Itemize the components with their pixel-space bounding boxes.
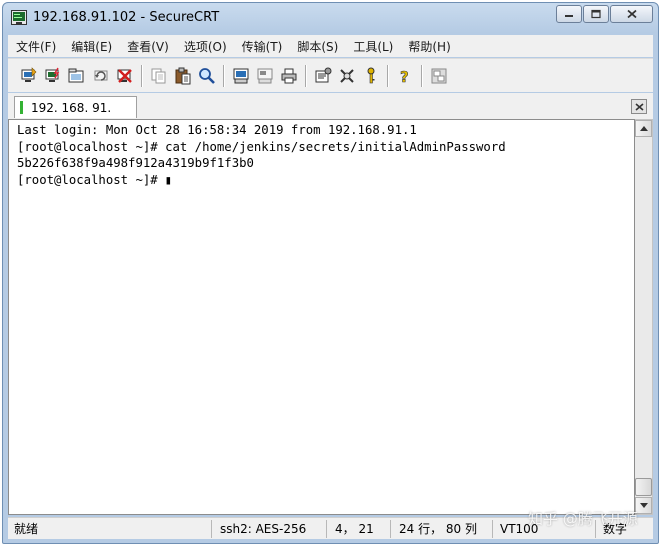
global-options-button[interactable]: [336, 65, 358, 87]
sftp-button[interactable]: [428, 65, 450, 87]
session-tab-bar: 192. 168. 91. 102: [8, 93, 653, 137]
copy-icon: [151, 68, 166, 83]
session-tab[interactable]: 192. 168. 91. 102: [14, 96, 137, 137]
status-divider: [492, 520, 493, 538]
close-tab-button[interactable]: [631, 99, 647, 114]
menu-bar: 文件(F) 编辑(E) 查看(V) 选项(O) 传输(T) 脚本(S) 工具(L…: [8, 35, 653, 57]
reconnect-button[interactable]: [90, 65, 112, 87]
printer-button[interactable]: [278, 65, 300, 87]
minimize-button[interactable]: [556, 5, 582, 23]
disconnect-icon: [117, 68, 132, 83]
paste-icon: [175, 67, 191, 84]
toolbar-separator: [305, 64, 307, 87]
print-screen-button[interactable]: [230, 65, 252, 87]
terminal-cursor: ▮: [164, 172, 173, 187]
status-divider: [326, 520, 327, 538]
copy-button[interactable]: [148, 65, 170, 87]
menu-tools[interactable]: 工具(L): [353, 38, 393, 55]
vertical-scrollbar[interactable]: [635, 119, 653, 515]
menu-view[interactable]: 查看(V): [127, 38, 169, 55]
key-button[interactable]: [360, 65, 382, 87]
securecrt-window: 192.168.91.102 - SecureCRT 文件(F) 编辑(E) 查…: [2, 2, 659, 544]
find-icon: [199, 67, 215, 84]
disconnect-button[interactable]: [114, 65, 136, 87]
print-selection-button[interactable]: [254, 65, 276, 87]
scrollbar-thumb[interactable]: [635, 478, 652, 496]
terminal-screen[interactable]: Last login: Mon Oct 28 16:58:34 2019 fro…: [8, 119, 635, 515]
menu-file[interactable]: 文件(F): [16, 38, 56, 55]
terminal-prompt: [root@localhost ~]#: [17, 172, 158, 187]
window-controls: [555, 5, 653, 23]
minimize-icon: [565, 15, 573, 17]
maximize-icon: [591, 9, 601, 19]
toolbar-separator: [223, 64, 225, 87]
maximize-button[interactable]: [583, 5, 609, 23]
status-ready: 就绪: [14, 522, 39, 536]
close-icon: [635, 103, 644, 111]
menu-edit[interactable]: 编辑(E): [71, 38, 112, 55]
reconnect-icon: [94, 70, 108, 81]
toolbar-separator: [387, 64, 389, 87]
arrow-up-icon: [640, 126, 648, 131]
key-icon: [367, 67, 375, 83]
status-terminal-size: 24 行， 80 列: [399, 522, 477, 536]
help-button[interactable]: ?: [394, 65, 416, 87]
securecrt-terminal-icon: [11, 10, 27, 25]
watermark: 知乎 @腾飞开源: [528, 510, 638, 528]
menu-transfer[interactable]: 传输(T): [242, 38, 283, 55]
session-options-icon: [315, 67, 332, 82]
title-bar[interactable]: 192.168.91.102 - SecureCRT: [3, 3, 658, 31]
arrow-down-icon: [640, 503, 648, 508]
status-protocol: ssh2: AES-256: [220, 522, 307, 536]
sftp-icon: [431, 68, 447, 83]
print-screen-icon: [233, 68, 249, 83]
connect-in-tab-button[interactable]: [66, 65, 88, 87]
session-options-button[interactable]: [312, 65, 334, 87]
terminal-line: [root@localhost ~]# ▮: [17, 172, 634, 189]
paste-button[interactable]: [172, 65, 194, 87]
help-icon: ?: [400, 67, 409, 85]
terminal-line: [root@localhost ~]# cat /home/jenkins/se…: [17, 139, 506, 154]
find-button[interactable]: [196, 65, 218, 87]
close-button[interactable]: [610, 5, 653, 23]
print-selection-icon: [257, 68, 273, 83]
toolbar-separator: [421, 64, 423, 87]
menu-options[interactable]: 选项(O): [184, 38, 227, 55]
global-options-icon: [340, 68, 354, 83]
toolbar: ?: [8, 58, 653, 92]
status-divider: [211, 520, 212, 538]
connect-button[interactable]: [18, 65, 40, 87]
printer-icon: [281, 68, 297, 83]
svg-text:?: ?: [400, 68, 409, 85]
toolbar-separator: [141, 64, 143, 87]
connection-status-indicator: [20, 101, 23, 114]
connect-icon: [21, 66, 37, 82]
menu-script[interactable]: 脚本(S): [297, 38, 338, 55]
menu-help[interactable]: 帮助(H): [408, 38, 450, 55]
connect-in-tab-icon: [68, 68, 84, 82]
quick-connect-icon: [45, 67, 60, 82]
window-title: 192.168.91.102 - SecureCRT: [33, 10, 220, 25]
status-cursor-position: 4， 21: [335, 522, 374, 536]
quick-connect-button[interactable]: [42, 65, 64, 87]
terminal-line: Last login: Mon Oct 28 16:58:34 2019 fro…: [17, 123, 417, 137]
scroll-up-button[interactable]: [635, 120, 652, 137]
close-icon: [626, 9, 637, 19]
terminal-line: 5b226f638f9a498f912a4319b9f1f3b0: [17, 156, 254, 170]
status-divider: [390, 520, 391, 538]
